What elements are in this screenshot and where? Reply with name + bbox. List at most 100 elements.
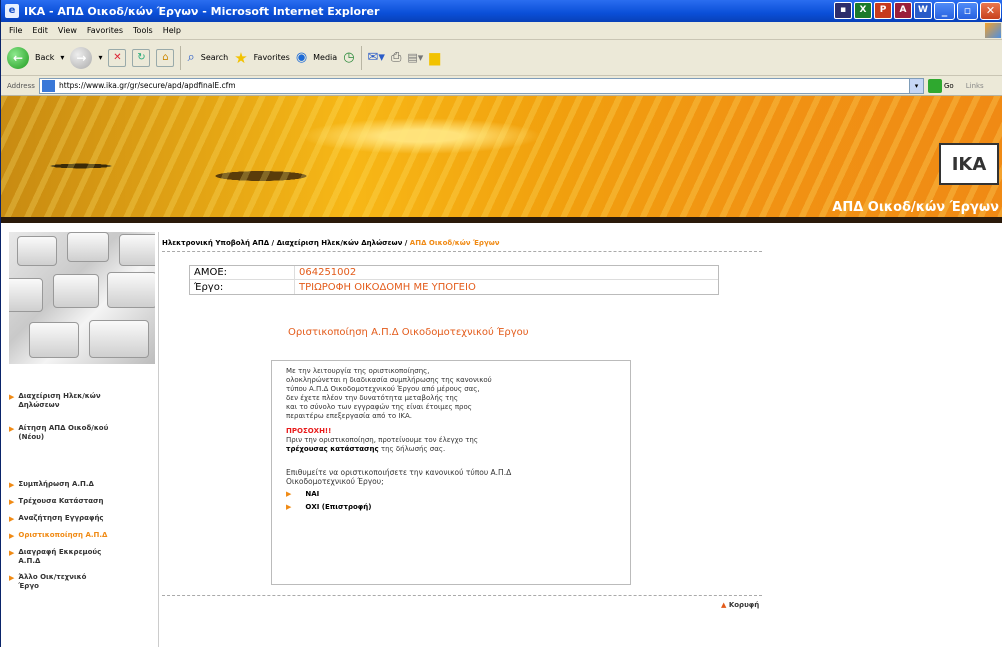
warning-heading: ΠΡΟΣΟΧΗ!! <box>286 427 332 435</box>
close-button[interactable]: ✕ <box>980 2 1001 20</box>
arrow-icon: ▶ <box>9 425 15 433</box>
sidebar-item-manage-declarations[interactable]: ▶ Διαχείριση Ηλεκ/κών Δηλώσεων <box>9 392 159 410</box>
arrow-icon: ▶ <box>286 503 292 511</box>
media-icon[interactable]: ◉ <box>296 50 307 65</box>
breadcrumb-link-manage[interactable]: Διαχείριση Ηλεκ/κών Δηλώσεων <box>277 239 403 247</box>
sidebar-item-label[interactable]: Διαγραφή Εκκρεμούς Α.Π.Δ <box>18 548 108 566</box>
sidebar-item-label[interactable]: Διαχείριση Ηλεκ/κών Δηλώσεων <box>18 392 108 410</box>
menu-bar: File Edit View Favorites Tools Help <box>1 22 1002 40</box>
refresh-button[interactable]: ↻ <box>132 48 151 67</box>
yes-link[interactable]: ΝΑΙ <box>305 490 319 499</box>
breadcrumb-link-electronic-submission[interactable]: Ηλεκτρονική Υποβολή ΑΠΔ <box>162 239 269 247</box>
forward-button[interactable]: → <box>70 46 93 69</box>
sidebar-item-new-request[interactable]: ▶ Αίτηση ΑΠΔ Οικοδ/κού (Νέου) <box>9 424 159 442</box>
excel-icon[interactable]: X <box>854 2 872 19</box>
banner-title: ΑΠΔ Οικοδ/κών Έργων <box>832 200 999 215</box>
page-icon <box>42 79 55 92</box>
current-status-link[interactable]: τρέχουσας κατάστασης <box>286 445 379 453</box>
go-arrow-icon[interactable] <box>928 78 942 93</box>
message-line: περαιτέρω επεξεργασία από το ΙΚΑ. <box>286 412 412 420</box>
yes-option[interactable]: ▶ ΝΑΙ <box>286 490 630 499</box>
sidebar-item-label[interactable]: Συμπλήρωση Α.Π.Δ <box>18 480 94 489</box>
favorites-button[interactable]: Favorites <box>254 53 290 62</box>
sidebar-nav: ▶ Διαχείριση Ηλεκ/κών Δηλώσεων ▶ Αίτηση … <box>9 392 159 591</box>
print-icon[interactable]: ⎙ <box>391 50 401 65</box>
minimize-button[interactable]: _ <box>934 2 955 20</box>
arrow-icon: ▶ <box>9 549 15 557</box>
keyboard-image <box>9 232 155 364</box>
search-icon[interactable]: ⌕ <box>187 50 194 65</box>
sidebar-item-complete[interactable]: ▶ Συμπλήρωση Α.Π.Δ <box>9 480 159 490</box>
window-title: IKA - ΑΠΔ Οικοδ/κών Έργων - Microsoft In… <box>24 4 380 18</box>
back-to-top-label[interactable]: Κορυφή <box>729 601 759 609</box>
word-icon[interactable]: W <box>914 2 932 19</box>
sidebar-item-search-entry[interactable]: ▶ Αναζήτηση Εγγραφής <box>9 514 159 524</box>
back-button[interactable]: Back <box>35 53 54 62</box>
toolbar-separator <box>180 45 182 70</box>
amoe-row: ΑΜΟΕ: 064251002 <box>190 266 718 280</box>
tray-icon[interactable]: ▪ <box>834 2 852 19</box>
go-button[interactable]: Go <box>928 78 954 93</box>
sidebar-item-label[interactable]: Αναζήτηση Εγγραφής <box>18 514 103 523</box>
powerpoint-icon[interactable]: P <box>874 2 892 19</box>
ergo-row: Έργο: ΤΡΙΩΡΟΦΗ ΟΙΚΟΔΟΜΗ ΜΕ ΥΠΟΓΕΙΟ <box>190 280 718 294</box>
menu-help[interactable]: Help <box>163 26 181 35</box>
sidebar-item-finalize[interactable]: ▶ Οριστικοποίηση Α.Π.Δ <box>9 531 159 541</box>
back-to-top-link[interactable]: ▲ Κορυφή <box>721 601 759 609</box>
favorites-star-icon[interactable]: ★ <box>234 49 247 67</box>
ika-logo[interactable]: IKA <box>939 143 999 185</box>
address-field[interactable]: https://www.ika.gr/gr/secure/apd/apdfina… <box>39 77 924 94</box>
stop-button[interactable]: ✕ <box>108 48 127 67</box>
edit-icon[interactable]: ▤▾ <box>407 51 423 64</box>
arrow-icon: ▶ <box>9 393 15 401</box>
sidebar-item-current-status[interactable]: ▶ Τρέχουσα Κατάσταση <box>9 497 159 507</box>
mail-icon[interactable]: ✉▾ <box>368 50 385 65</box>
message-line: τύπου Α.Π.Δ Οικοδομοτεχνικού Έργου από μ… <box>286 385 480 393</box>
links-button[interactable]: Links <box>966 82 984 90</box>
message-line: ολοκληρώνεται η διαδικασία συμπλήρωσης τ… <box>286 376 492 384</box>
no-option[interactable]: ▶ ΟΧΙ (Επιστροφή) <box>286 503 630 512</box>
amoe-label: ΑΜΟΕ: <box>194 267 228 278</box>
back-dropdown-icon[interactable]: ▾ <box>60 53 64 62</box>
go-label[interactable]: Go <box>944 82 954 90</box>
sidebar-item-label[interactable]: Άλλο Οικ/τεχνικό Έργο <box>18 573 88 591</box>
menu-file[interactable]: File <box>9 26 22 35</box>
home-button[interactable]: ⌂ <box>156 48 175 67</box>
title-bar-controls: ▪ X P A W _ ▫ ✕ <box>834 2 1001 20</box>
menu-edit[interactable]: Edit <box>32 26 48 35</box>
question-line: Οικοδομοτεχνικού Έργου; <box>286 477 384 486</box>
maximize-button[interactable]: ▫ <box>957 2 978 20</box>
back-arrow-icon[interactable]: ← <box>7 46 29 69</box>
search-button[interactable]: Search <box>201 53 228 62</box>
sidebar-item-other-project[interactable]: ▶ Άλλο Οικ/τεχνικό Έργο <box>9 573 159 591</box>
menu-tools[interactable]: Tools <box>133 26 153 35</box>
arrow-icon: ▶ <box>9 574 15 582</box>
address-url[interactable]: https://www.ika.gr/gr/secure/apd/apdfina… <box>59 81 236 90</box>
amoe-value: 064251002 <box>294 266 356 279</box>
footer-divider <box>162 595 762 596</box>
sidebar-divider <box>158 232 159 647</box>
address-dropdown-icon[interactable]: ▾ <box>909 78 923 93</box>
arrow-icon: ▶ <box>9 481 15 489</box>
media-button[interactable]: Media <box>313 53 337 62</box>
sidebar-item-label[interactable]: Αίτηση ΑΠΔ Οικοδ/κού (Νέου) <box>18 424 108 442</box>
question-line: Επιθυμείτε να οριστικοποιήσετε την κανον… <box>286 468 512 477</box>
ergo-value: ΤΡΙΩΡΟΦΗ ΟΙΚΟΔΟΜΗ ΜΕ ΥΠΟΓΕΙΟ <box>294 280 476 294</box>
page-title: Οριστικοποίηση Α.Π.Δ Οικοδομοτεχνικού Έρ… <box>288 327 529 338</box>
discuss-icon[interactable]: ▆ <box>429 50 440 66</box>
sidebar-item-delete-pending[interactable]: ▶ Διαγραφή Εκκρεμούς Α.Π.Δ <box>9 548 159 566</box>
address-bar: Address https://www.ika.gr/gr/secure/apd… <box>1 76 1002 96</box>
menu-favorites[interactable]: Favorites <box>87 26 123 35</box>
menu-view[interactable]: View <box>58 26 77 35</box>
message-line: και το σύνολο των εγγραφών της είναι έτο… <box>286 403 472 411</box>
sidebar-item-label[interactable]: Τρέχουσα Κατάσταση <box>18 497 103 506</box>
page-content: IKA ΑΠΔ Οικοδ/κών Έργων ▶ Διαχείριση Ηλε… <box>1 96 1002 647</box>
history-icon[interactable]: ◷ <box>343 50 354 65</box>
sidebar-item-label[interactable]: Οριστικοποίηση Α.Π.Δ <box>18 531 107 540</box>
address-label: Address <box>7 81 35 90</box>
access-icon[interactable]: A <box>894 2 912 19</box>
header-banner: IKA ΑΠΔ Οικοδ/κών Έργων <box>1 96 1002 223</box>
no-link[interactable]: ΟΧΙ (Επιστροφή) <box>305 503 371 512</box>
forward-dropdown-icon[interactable]: ▾ <box>98 53 102 62</box>
toolbar: ← Back ▾ → ▾ ✕ ↻ ⌂ ⌕ Search ★ Favorites … <box>1 40 1002 76</box>
